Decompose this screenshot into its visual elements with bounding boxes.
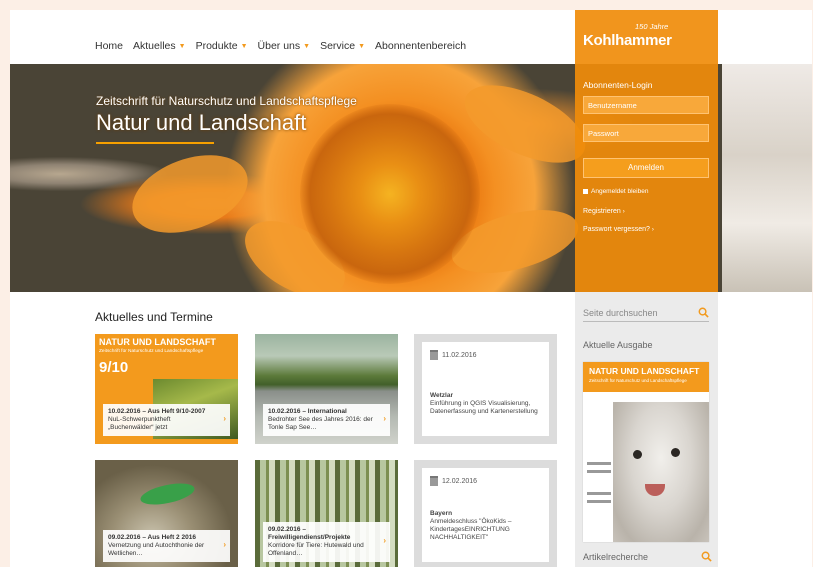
nav-label: Home	[95, 40, 124, 52]
frost-background	[722, 64, 812, 292]
search-placeholder: Seite durchsuchen	[583, 308, 658, 318]
chevron-down-icon: ▼	[303, 42, 311, 50]
nav-label: Abonnentenbereich	[375, 40, 467, 52]
chevron-right-icon: ›	[383, 536, 386, 545]
event-place: Bayern	[430, 510, 453, 517]
flower-center	[300, 104, 480, 284]
nav-item-abonnentenbereich[interactable]: Abonnentenbereich	[375, 40, 466, 52]
cover-text-line	[587, 492, 611, 495]
cover-subtitle: Zeitschrift für Naturschutz und Landscha…	[589, 378, 687, 383]
card-body: NuL-Schwerpunktheft „Buchenwälder“ jetzt	[108, 416, 171, 431]
event-place: Wetzlar	[430, 392, 453, 399]
card-head: 10.02.2016 – International	[268, 408, 347, 415]
card-caption: 10.02.2016 – Aus Heft 9/10-2007 NuL-Schwe…	[103, 404, 230, 436]
cover-title: NATUR UND LANDSCHAFT	[589, 366, 700, 376]
site-search-input[interactable]: Seite durchsuchen	[583, 307, 709, 322]
seal-eye	[633, 450, 642, 459]
event-date: 12.02.2016	[430, 476, 477, 486]
seal-eye	[671, 448, 680, 457]
card-head: 09.02.2016 – Freiwilligendienst/Projekte	[268, 526, 351, 541]
card-caption: 10.02.2016 – International Bedrohter See …	[263, 404, 390, 436]
event-date-label: 11.02.2016	[442, 351, 477, 359]
nav-item-produkte[interactable]: Produkte ▼	[196, 40, 248, 52]
register-link[interactable]: Registrieren ›	[583, 208, 625, 215]
news-card[interactable]: NATUR UND LANDSCHAFT Zeitschrift für Nat…	[95, 334, 238, 444]
nav-item-aktuelles[interactable]: Aktuelles ▼	[133, 40, 186, 52]
main-nav: Home Aktuelles ▼ Produkte ▼ Über uns ▼ Serv…	[95, 40, 476, 52]
page: Home Aktuelles ▼ Produkte ▼ Über uns ▼ Serv…	[10, 10, 812, 567]
login-button[interactable]: Anmelden	[583, 158, 709, 178]
section-title: Aktuelles und Termine	[95, 310, 213, 324]
nav-label: Über uns	[257, 40, 301, 52]
event-date-label: 12.02.2016	[442, 477, 478, 485]
news-card[interactable]: 09.02.2016 – Freiwilligendienst/Projekte…	[255, 460, 398, 567]
card-body: Bedrohter See des Jahres 2016: der Tonle…	[268, 416, 373, 431]
anniversary-label: 150 Jahre	[635, 22, 669, 31]
hero-subtitle: Zeitschrift für Naturschutz und Landscha…	[96, 94, 357, 108]
forgot-password-link[interactable]: Passwort vergessen? ›	[583, 226, 654, 233]
chevron-right-icon: ›	[223, 414, 226, 423]
remember-checkbox[interactable]	[583, 189, 588, 194]
event-date: 11.02.2016	[430, 350, 477, 360]
search-icon[interactable]	[701, 551, 712, 562]
register-label: Registrieren	[583, 208, 621, 215]
event-text: Bayern Anmeldeschluss "ÖkoKids – Kinderta…	[430, 510, 541, 542]
seal-photo	[613, 402, 709, 542]
forgot-label: Passwort vergessen?	[583, 226, 650, 233]
chevron-down-icon: ▼	[178, 42, 186, 50]
login-panel: 150 Jahre Kohlhammer Abonnenten-Login An…	[575, 10, 718, 292]
cover-subtitle: Zeitschrift für Naturschutz und Landscha…	[99, 349, 204, 354]
news-card[interactable]: 10.02.2016 – International Bedrohter See …	[255, 334, 398, 444]
card-caption: 09.02.2016 – Aus Heft 2 2016 Vernetzung u…	[103, 530, 230, 562]
card-body: Vernetzung und Autochthonie der Wetliche…	[108, 542, 205, 557]
event-text: Wetzlar Einführung in QGIS Visualisierung…	[430, 392, 541, 416]
cover-title: NATUR UND LANDSCHAFT	[99, 337, 216, 347]
chevron-right-icon: ›	[383, 414, 386, 423]
article-search-heading[interactable]: Artikelrecherche	[583, 552, 648, 562]
current-issue-heading: Aktuelle Ausgabe	[583, 340, 653, 350]
nav-item-home[interactable]: Home	[95, 40, 123, 52]
cover-text-line	[587, 462, 611, 465]
kohlhammer-logo[interactable]: Kohlhammer	[583, 32, 672, 49]
nav-label: Aktuelles	[133, 40, 176, 52]
event-card[interactable]: 11.02.2016 Wetzlar Einführung in QGIS Vis…	[414, 334, 557, 444]
current-issue-cover[interactable]: NATUR UND LANDSCHAFT Zeitschrift für Nat…	[583, 362, 709, 542]
login-title: Abonnenten-Login	[583, 80, 653, 90]
card-head: 09.02.2016 – Aus Heft 2 2016	[108, 534, 196, 541]
nav-item-ueber-uns[interactable]: Über uns ▼	[258, 40, 311, 52]
nav-label: Produkte	[195, 40, 238, 52]
calendar-icon	[430, 350, 438, 360]
card-body: Korridore für Tiere: Hutewald und Offenl…	[268, 542, 364, 557]
cover-issue-number: 9/10	[99, 359, 129, 376]
username-field[interactable]	[583, 96, 709, 114]
event-description: Anmeldeschluss "ÖkoKids – KindertagesEIN…	[430, 518, 512, 541]
event-description: Einführung in QGIS Visualisierung, Daten…	[430, 400, 538, 415]
password-field[interactable]	[583, 124, 709, 142]
hero-title: Natur und Landschaft	[96, 110, 307, 135]
chevron-right-icon: ›	[223, 540, 226, 549]
chevron-right-icon: ›	[622, 209, 625, 215]
nav-item-service[interactable]: Service ▼	[320, 40, 365, 52]
chevron-down-icon: ▼	[358, 42, 366, 50]
event-card-body: 11.02.2016 Wetzlar Einführung in QGIS Vis…	[422, 342, 549, 436]
card-caption: 09.02.2016 – Freiwilligendienst/Projekte…	[263, 522, 390, 562]
remember-me[interactable]: Angemeldet bleiben	[583, 188, 648, 195]
event-card[interactable]: 12.02.2016 Bayern Anmeldeschluss "ÖkoKids…	[414, 460, 557, 567]
sidebar: Seite durchsuchen Aktuelle Ausgabe NATUR…	[575, 292, 718, 567]
chevron-right-icon: ›	[651, 227, 654, 233]
cover-text-line	[587, 470, 611, 473]
nav-label: Service	[320, 40, 356, 52]
news-card[interactable]: 09.02.2016 – Aus Heft 2 2016 Vernetzung u…	[95, 460, 238, 567]
flower-petal	[121, 140, 259, 248]
search-icon[interactable]	[698, 307, 709, 318]
chevron-down-icon: ▼	[240, 42, 248, 50]
calendar-icon	[430, 476, 438, 486]
seal-mouth	[645, 484, 665, 496]
cover-text-line	[587, 500, 611, 503]
event-card-body: 12.02.2016 Bayern Anmeldeschluss "ÖkoKids…	[422, 468, 549, 562]
hero-underline	[96, 142, 214, 144]
remember-label: Angemeldet bleiben	[591, 188, 649, 195]
card-head: 10.02.2016 – Aus Heft 9/10-2007	[108, 408, 206, 415]
lizard-photo	[138, 479, 197, 509]
